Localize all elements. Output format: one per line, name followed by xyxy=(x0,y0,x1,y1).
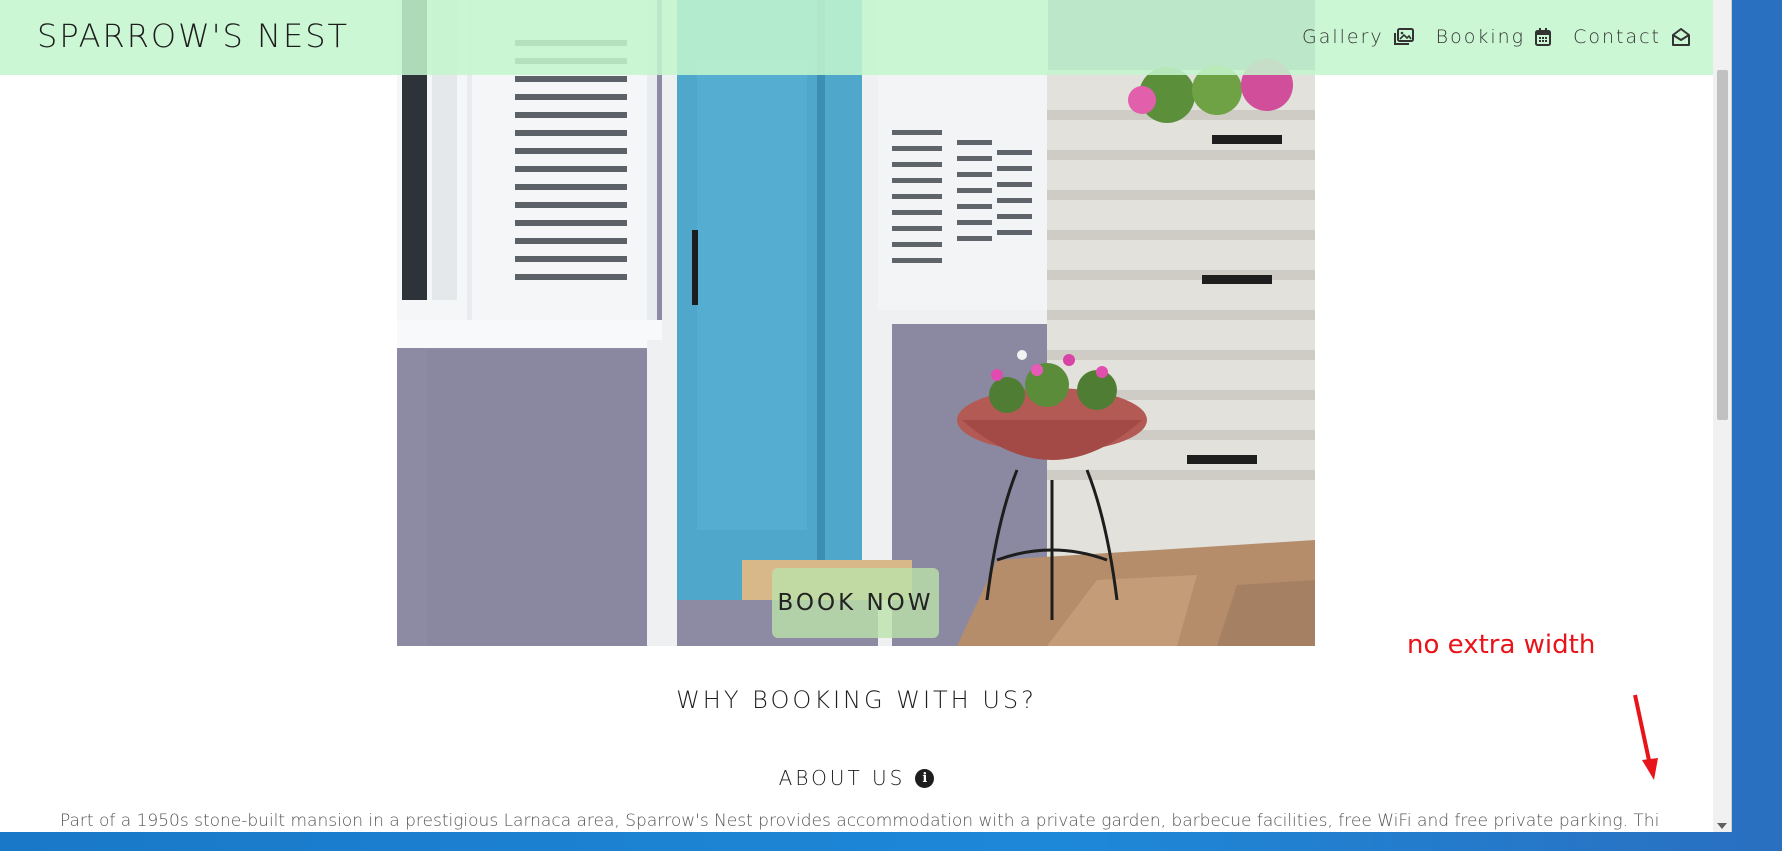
nav-link-label: Booking xyxy=(1435,26,1526,48)
nav-link-contact[interactable]: Contact xyxy=(1573,26,1691,48)
calendar-icon xyxy=(1535,28,1552,46)
vertical-scrollbar[interactable] xyxy=(1713,0,1731,832)
browser-viewport: SPARROW'S NEST Gallery Booking Contact B… xyxy=(0,0,1732,832)
navbar: SPARROW'S NEST Gallery Booking Contact xyxy=(0,0,1713,75)
scroll-down-arrow-icon[interactable] xyxy=(1717,823,1727,829)
nav-link-gallery[interactable]: Gallery xyxy=(1302,26,1414,48)
nav-link-label: Gallery xyxy=(1301,26,1384,48)
info-icon: i xyxy=(915,768,935,788)
hero-image xyxy=(397,0,1315,646)
nav-link-booking[interactable]: Booking xyxy=(1435,26,1552,48)
gallery-icon xyxy=(1393,28,1414,46)
scrollbar-thumb[interactable] xyxy=(1717,70,1728,420)
nav-link-label: Contact xyxy=(1573,26,1661,48)
brand-logo[interactable]: SPARROW'S NEST xyxy=(37,17,349,55)
envelope-open-icon xyxy=(1671,28,1691,46)
annotation-arrow-icon xyxy=(1633,694,1658,780)
book-now-button[interactable]: BOOK NOW xyxy=(772,568,939,638)
nav-links: Gallery Booking Contact xyxy=(1302,26,1691,48)
about-heading: ABOUT US i xyxy=(0,766,1713,790)
section-title: WHY BOOKING WITH US? xyxy=(676,686,1037,714)
about-title: ABOUT US xyxy=(778,766,906,790)
annotation-label: no extra width xyxy=(1407,630,1596,660)
about-text: Part of a 1950s stone-built mansion in a… xyxy=(60,811,1660,831)
